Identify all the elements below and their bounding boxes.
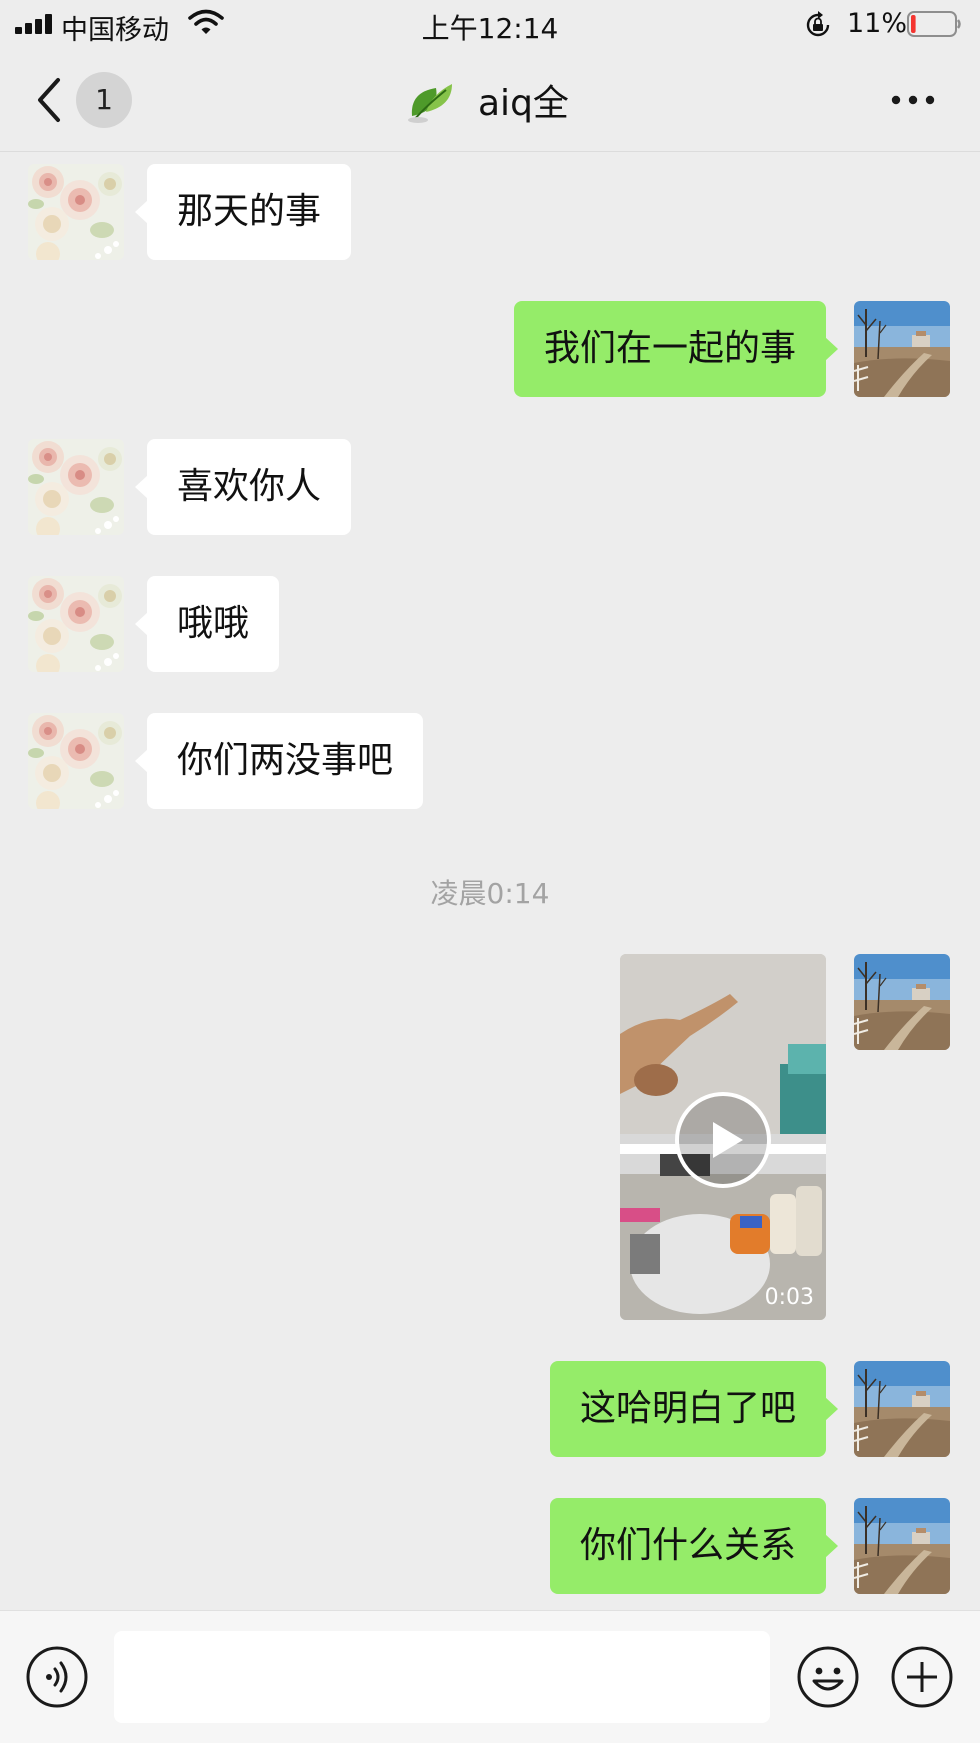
orientation-lock-icon	[806, 11, 830, 37]
incoming-message[interactable]: 你们两没事吧	[134, 713, 424, 809]
wechat-chat-screen: 中国移动 上午12:14 11% 1 aiq全 那天的事 我们在一起的事 喜欢你…	[0, 0, 980, 1743]
more-dots-icon[interactable]	[890, 86, 936, 114]
message-input[interactable]	[114, 1631, 770, 1723]
contact-avatar[interactable]	[28, 164, 124, 260]
clock: 上午12:14	[421, 12, 559, 45]
my-avatar[interactable]	[854, 954, 950, 1050]
outgoing-message[interactable]: 这哈明白了吧	[549, 1361, 839, 1457]
back-chevron-icon[interactable]	[30, 74, 68, 126]
battery-percent: 11%	[847, 8, 908, 39]
chat-title: aiq全	[406, 74, 569, 126]
play-icon[interactable]	[673, 1090, 773, 1190]
unread-count-badge[interactable]: 1	[76, 72, 132, 128]
my-avatar[interactable]	[854, 1361, 950, 1457]
time-divider: 凌晨0:14	[430, 877, 550, 910]
message-list[interactable]: 那天的事 我们在一起的事 喜欢你人 哦哦 你们两没事吧 凌晨0:14 0:03 …	[0, 152, 980, 1610]
battery-icon	[907, 11, 961, 37]
nav-bar: 1 aiq全	[0, 50, 980, 152]
my-avatar[interactable]	[854, 301, 950, 397]
leaf-icon	[408, 84, 452, 123]
contact-avatar[interactable]	[28, 576, 124, 672]
outgoing-message[interactable]: 你们什么关系	[549, 1498, 839, 1594]
emoji-icon[interactable]	[796, 1645, 860, 1709]
contact-avatar[interactable]	[28, 713, 124, 809]
incoming-message[interactable]: 那天的事	[134, 164, 352, 260]
incoming-message[interactable]: 哦哦	[134, 576, 280, 672]
contact-name: aiq全	[478, 83, 569, 124]
outgoing-message[interactable]: 我们在一起的事	[513, 301, 839, 397]
plus-icon[interactable]	[890, 1645, 954, 1709]
video-message[interactable]: 0:03	[620, 954, 826, 1320]
video-duration: 0:03	[764, 1285, 814, 1310]
voice-icon[interactable]	[25, 1645, 89, 1709]
status-bar: 中国移动 上午12:14 11%	[0, 0, 980, 50]
incoming-message[interactable]: 喜欢你人	[134, 439, 352, 535]
input-bar	[0, 1610, 980, 1743]
my-avatar[interactable]	[854, 1498, 950, 1594]
contact-avatar[interactable]	[28, 439, 124, 535]
